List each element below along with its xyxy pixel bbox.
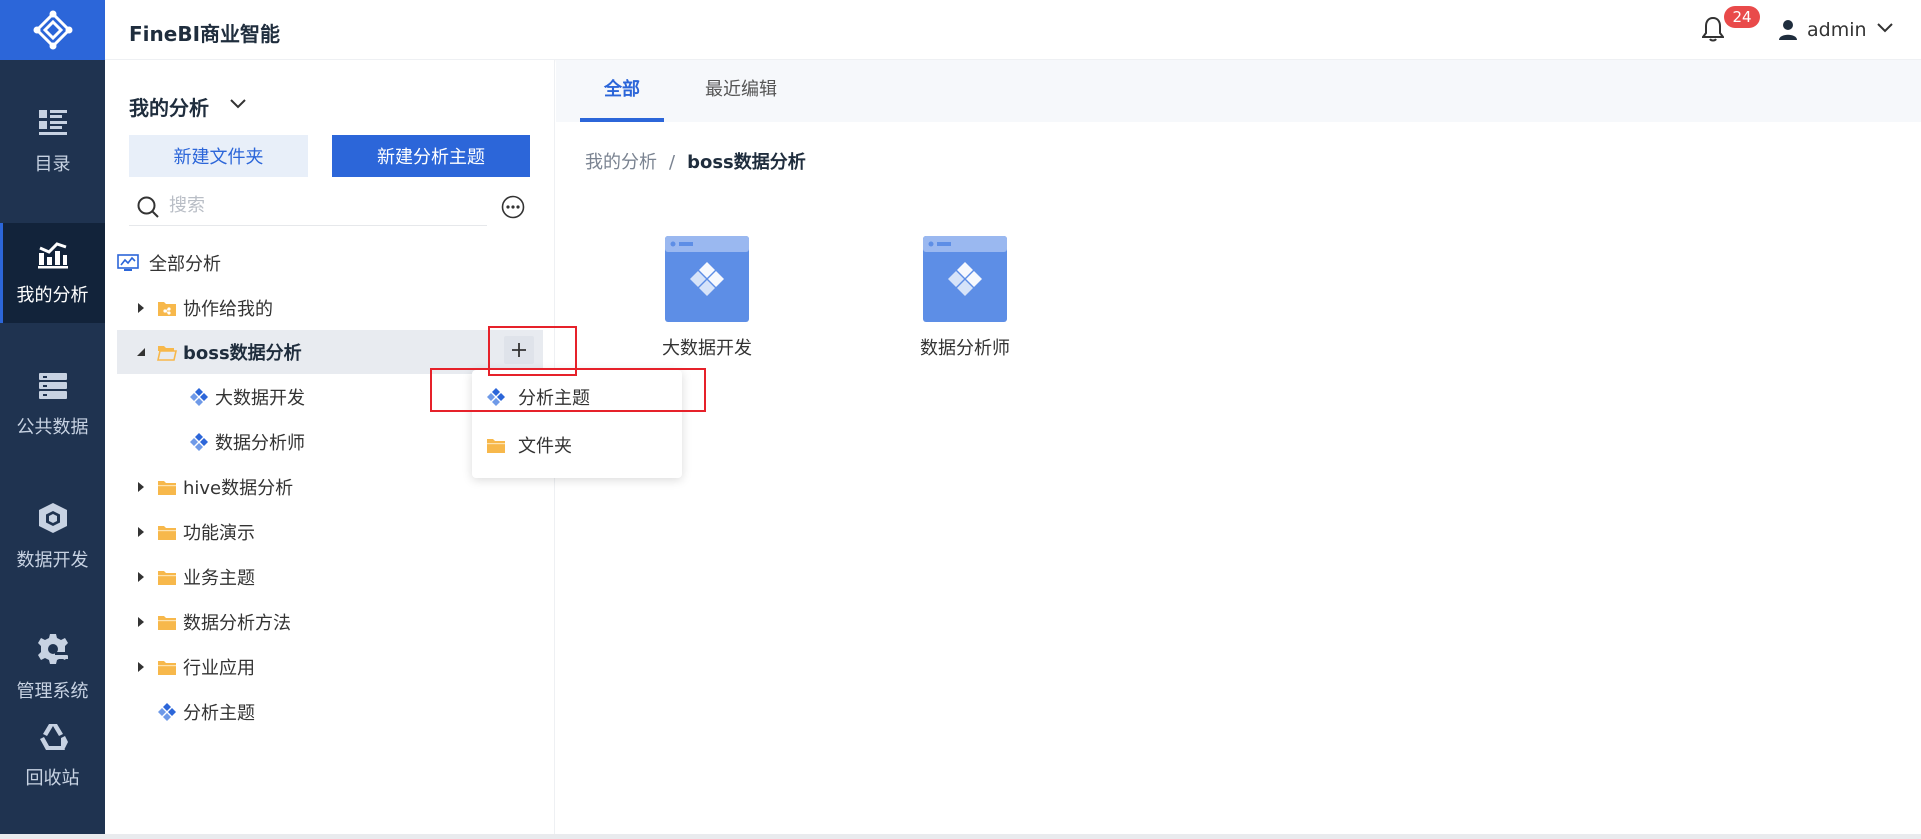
subject-icon	[157, 702, 177, 722]
tree-item-feature-demo[interactable]: 功能演示	[117, 510, 543, 554]
tree-item-label: 行业应用	[183, 658, 255, 679]
nav-item-management-system[interactable]: 管理系统	[0, 618, 105, 718]
folder-icon	[157, 523, 177, 541]
nav-item-my-analysis[interactable]: 我的分析	[0, 223, 105, 323]
breadcrumb-current: boss数据分析	[687, 152, 806, 173]
nav-item-catalog[interactable]: 目录	[0, 92, 105, 192]
folder-icon	[157, 568, 177, 586]
nav-item-label: 回收站	[25, 768, 80, 789]
gear-icon	[37, 634, 68, 664]
tree-item-label: 全部分析	[149, 254, 221, 275]
caret-right-icon[interactable]	[133, 481, 149, 493]
breadcrumb: 我的分析 / boss数据分析	[585, 148, 806, 174]
nav-item-data-development[interactable]: 数据开发	[0, 487, 105, 587]
nav-item-label: 数据开发	[16, 550, 89, 571]
tree-item-business-subject[interactable]: 业务主题	[117, 555, 543, 599]
cube-icon	[38, 503, 67, 533]
nav-item-public-data[interactable]: 公共数据	[0, 355, 105, 455]
caret-right-icon[interactable]	[133, 661, 149, 673]
tree-item-all-analysis[interactable]: 全部分析	[117, 241, 543, 285]
subject-card[interactable]: 大数据开发	[647, 236, 767, 360]
folder-icon	[157, 478, 177, 496]
tab-all[interactable]: 全部	[580, 60, 664, 122]
tree-item-label: hive数据分析	[183, 478, 294, 499]
logo-icon	[33, 10, 72, 50]
card-label: 数据分析师	[920, 338, 1010, 359]
search-icon	[137, 196, 159, 218]
tab-recent[interactable]: 最近编辑	[686, 60, 796, 122]
folder-icon	[486, 436, 506, 454]
nav-item-label: 目录	[34, 154, 71, 175]
top-header: FineBI商业智能 24 admin	[105, 0, 1921, 60]
tree-item-label: 分析主题	[183, 703, 255, 724]
tree-item-analysis-subject[interactable]: 分析主题	[117, 690, 543, 734]
nav-item-label: 管理系统	[16, 681, 89, 702]
caret-right-icon[interactable]	[133, 571, 149, 583]
menu-item-label: 文件夹	[518, 436, 572, 457]
tree-item-label: 业务主题	[183, 568, 255, 589]
caret-right-icon[interactable]	[133, 616, 149, 628]
logo[interactable]	[0, 0, 105, 60]
breadcrumb-root[interactable]: 我的分析	[585, 152, 657, 173]
caret-right-icon[interactable]	[133, 526, 149, 538]
bell-icon[interactable]	[1702, 16, 1724, 42]
tree-item-shared-with-me[interactable]: 协作给我的	[117, 286, 543, 330]
catalog-icon	[38, 110, 67, 135]
tree-item-label: 功能演示	[183, 523, 255, 544]
database-icon	[38, 373, 67, 399]
subject-icon	[189, 432, 209, 452]
search-input[interactable]	[169, 190, 479, 220]
chevron-down-icon[interactable]	[1876, 22, 1894, 34]
folder-icon	[157, 613, 177, 631]
subject-thumbnail-icon	[665, 236, 749, 322]
panel-title[interactable]: 我的分析	[129, 92, 209, 121]
new-subject-button[interactable]: 新建分析主题	[332, 135, 530, 177]
app-title: FineBI商业智能	[129, 22, 281, 46]
user-icon	[1779, 20, 1797, 40]
nav-item-recycle-bin[interactable]: 回收站	[0, 706, 105, 806]
search-box	[129, 184, 487, 226]
tree-item-industry-apps[interactable]: 行业应用	[117, 645, 543, 689]
card-label: 大数据开发	[662, 338, 752, 359]
tree-item-label: 协作给我的	[183, 299, 273, 320]
folder-open-icon	[157, 343, 177, 361]
bottom-border	[0, 834, 1921, 839]
caret-down-icon[interactable]	[133, 347, 149, 357]
more-options-icon[interactable]	[501, 195, 525, 219]
highlight-box-menu-item	[430, 368, 706, 412]
recycle-icon	[39, 724, 68, 750]
tree-item-label: boss数据分析	[183, 343, 302, 364]
monitor-icon	[117, 254, 139, 272]
menu-item-folder[interactable]: 文件夹	[472, 422, 682, 468]
tree-item-label: 数据分析师	[215, 433, 305, 454]
subject-thumbnail-icon	[923, 236, 1007, 322]
nav-item-label: 公共数据	[16, 417, 89, 438]
notification-badge: 24	[1724, 6, 1760, 28]
breadcrumb-separator: /	[669, 152, 676, 173]
tree-item-label: 数据分析方法	[183, 613, 291, 634]
content-tabs: 全部 最近编辑	[556, 60, 1921, 122]
tree-item-label: 大数据开发	[215, 388, 305, 409]
left-nav: 目录 我的分析 公共数据 数据开发 管理系统 回收站	[0, 0, 105, 834]
user-name[interactable]: admin	[1807, 19, 1867, 41]
folder-icon	[157, 658, 177, 676]
new-folder-button[interactable]: 新建文件夹	[129, 135, 308, 177]
tree-item-analysis-methods[interactable]: 数据分析方法	[117, 600, 543, 644]
shared-folder-icon	[157, 299, 177, 317]
chart-analysis-icon	[37, 242, 68, 269]
caret-right-icon[interactable]	[133, 302, 149, 314]
chevron-down-icon[interactable]	[229, 98, 247, 110]
subject-card[interactable]: 数据分析师	[905, 236, 1025, 360]
nav-item-label: 我的分析	[16, 285, 89, 306]
subject-icon	[189, 387, 209, 407]
